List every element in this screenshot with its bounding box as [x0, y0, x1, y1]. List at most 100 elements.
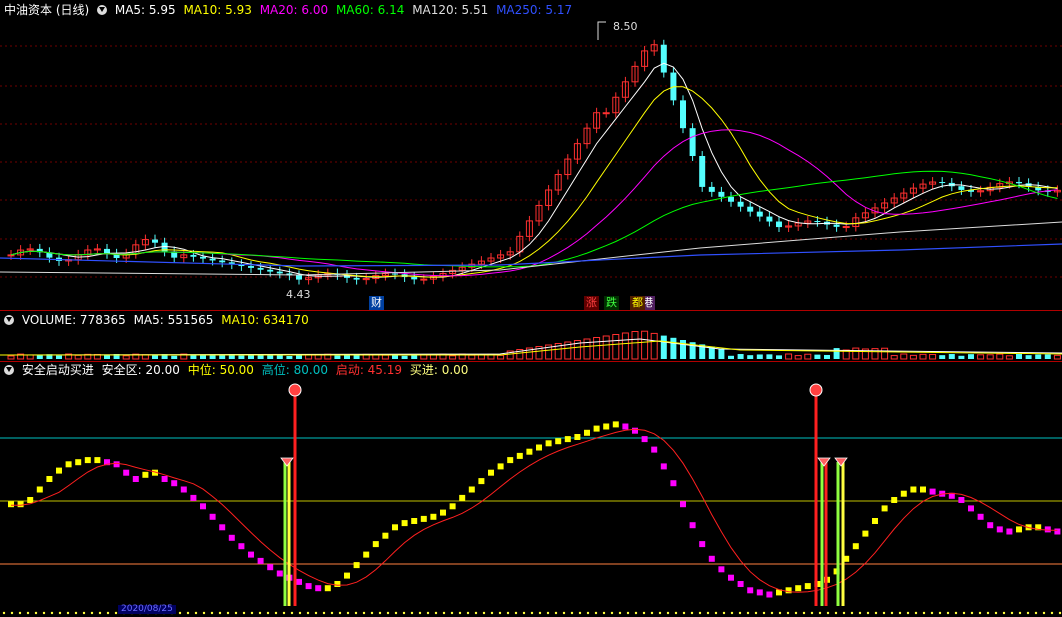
price-chart[interactable] [0, 0, 1062, 310]
axis-dot [594, 611, 598, 615]
price-panel[interactable]: 中油资本 (日线) MA5: 5.95 MA10: 5.93 MA20: 6.0… [0, 0, 1062, 310]
oscillator-bar [46, 476, 53, 482]
axis-dot [866, 611, 870, 615]
oscillator-bar [401, 520, 408, 527]
candle-down [699, 156, 706, 187]
axis-dot [514, 611, 518, 615]
volume-bar [104, 355, 110, 359]
axis-dot [914, 611, 918, 615]
oscillator-bar [968, 505, 974, 512]
oscillator-bar [881, 505, 888, 512]
buy-label: 买进: 0.00 [409, 363, 469, 377]
axis-dot [690, 611, 694, 615]
volume-bar [381, 354, 389, 360]
axis-dot [338, 611, 342, 615]
axis-dot [42, 611, 46, 615]
axis-dot [570, 611, 574, 615]
axis-dot [426, 611, 430, 615]
oscillator-bar [718, 566, 725, 573]
candle-down [411, 277, 418, 280]
axis-dot [66, 611, 70, 615]
event-marker-finance[interactable]: 财 [369, 296, 384, 310]
axis-dot [106, 611, 110, 615]
axis-dot [506, 611, 510, 615]
volume-panel[interactable]: VOLUME: 778365 MA5: 551565 MA10: 634170 [0, 311, 1062, 361]
event-marker-fall[interactable]: 跌 [604, 296, 619, 310]
volume-bar [74, 354, 82, 360]
candle-down [1016, 181, 1022, 184]
oscillator-bar [766, 591, 773, 598]
volume-bar [190, 355, 197, 359]
oscillator-bar [900, 490, 907, 497]
axis-dot [82, 611, 86, 615]
axis-dot [394, 611, 398, 615]
axis-dot [242, 611, 246, 615]
volume-bar [468, 354, 476, 360]
candle-down [718, 191, 725, 197]
oscillator-bar [507, 457, 514, 464]
oscillator-bar [420, 515, 427, 522]
axis-dot [962, 611, 966, 615]
oscillator-bar [161, 476, 168, 482]
axis-dot [802, 611, 806, 615]
collapse-icon[interactable] [4, 315, 14, 325]
ma10-label: MA10: 5.93 [183, 3, 252, 17]
axis-dot [546, 611, 550, 615]
axis-dot [2, 611, 6, 615]
axis-dot [306, 611, 310, 615]
ma10-line [10, 86, 1058, 278]
axis-dot [186, 611, 190, 615]
axis-dot [762, 611, 766, 615]
axis-dot [466, 611, 470, 615]
candle-up [842, 226, 850, 229]
oscillator-bar [1006, 528, 1013, 535]
axis-dot [882, 611, 886, 615]
volume-bar [122, 355, 130, 360]
volume-ma10-label: MA10: 634170 [221, 313, 309, 327]
volume-header: VOLUME: 778365 MA5: 551565 MA10: 634170 [4, 312, 313, 328]
volume-bar [919, 353, 927, 360]
axis-dot [18, 611, 22, 615]
axis-dot [354, 611, 358, 615]
low-price-label: 4.43 [286, 288, 311, 301]
axis-dot [34, 611, 38, 615]
collapse-icon[interactable] [4, 365, 14, 375]
volume-bar [900, 353, 908, 360]
axis-dot [970, 611, 974, 615]
oscillator-bar [17, 501, 24, 508]
oscillator-bar [200, 503, 206, 510]
axis-dot [586, 611, 590, 615]
launch-label: 启动: 45.19 [335, 363, 403, 377]
axis-dot [362, 611, 366, 615]
indicator-panel[interactable]: 安全启动买进 安全区: 20.00 中位: 50.00 高位: 80.00 启动… [0, 362, 1062, 608]
oscillator-bar [641, 436, 648, 443]
axis-dot [1042, 611, 1046, 615]
stock-title[interactable]: 中油资本 (日线) [4, 3, 89, 17]
axis-dot [986, 611, 990, 615]
volume-bar [909, 354, 917, 360]
oscillator-chart[interactable] [0, 362, 1062, 608]
candle-down [747, 206, 754, 212]
oscillator-bar [612, 421, 619, 428]
volume-bar [948, 354, 955, 359]
event-marker-rise[interactable]: 涨 [584, 296, 599, 310]
event-marker-du[interactable]: 都 [630, 296, 645, 310]
oscillator-bar [315, 585, 322, 592]
candle-up [7, 254, 15, 257]
volume-bar [996, 353, 1004, 360]
volume-bar [986, 354, 994, 360]
oscillator-bar [296, 578, 302, 585]
candle-down [689, 128, 696, 156]
time-axis[interactable]: 2020/08/25 [0, 605, 1062, 617]
ma120-line [0, 221, 1062, 276]
candle-down [353, 277, 360, 280]
axis-dot [378, 611, 382, 615]
axis-dot [274, 611, 278, 615]
collapse-icon[interactable] [97, 5, 108, 15]
axis-dot [778, 611, 782, 615]
oscillator-bar [180, 486, 187, 493]
volume-bar [449, 355, 457, 360]
volume-bar [833, 348, 840, 359]
axis-dot [1034, 611, 1038, 615]
ma5-label: MA5: 5.95 [114, 3, 176, 17]
